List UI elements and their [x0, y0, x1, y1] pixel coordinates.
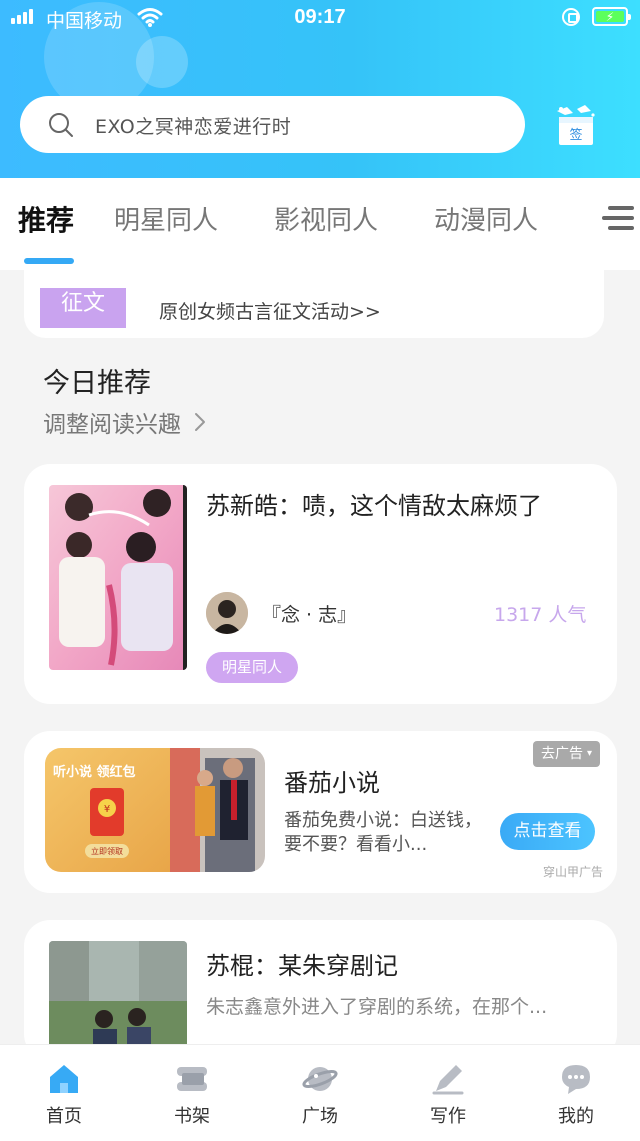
- category-tabs: 推荐 明星同人 影视同人 动漫同人: [0, 178, 640, 270]
- ad-image-button-text: 立即领取: [91, 846, 123, 856]
- planet-icon: [302, 1067, 338, 1091]
- nav-profile-label: 我的: [558, 1106, 594, 1127]
- decorative-bubble: [136, 36, 188, 88]
- nav-profile[interactable]: 我的: [512, 1045, 640, 1141]
- ad-description: 番茄免费小说：白送钱，要不要？看看小...: [284, 810, 482, 855]
- ad-card[interactable]: ¥ 立即领取 听小说 领红包 番茄小说 番茄免费小说：白送钱，要不要？看看小..…: [24, 731, 617, 893]
- book-cover-image[interactable]: [49, 485, 187, 670]
- tab-film-tv-fanfic[interactable]: 影视同人: [274, 200, 378, 237]
- tab-anime-fanfic[interactable]: 动漫同人: [434, 200, 538, 237]
- home-icon: [50, 1065, 78, 1093]
- ad-title[interactable]: 番茄小说: [284, 763, 380, 798]
- contest-banner[interactable]: 征文 原创女频古言征文活动>>: [24, 270, 604, 338]
- ad-image-caption: 听小说 领红包: [53, 764, 136, 780]
- author-avatar[interactable]: [206, 592, 248, 634]
- tab-celebrity-fanfic[interactable]: 明星同人: [114, 200, 218, 237]
- nav-bookshelf-label: 书架: [174, 1106, 210, 1127]
- remove-ad-label: 去广告: [541, 746, 583, 762]
- book-card[interactable]: 苏棍：某朱穿剧记 朱志鑫意外进入了穿剧的系统，在那个...: [24, 920, 617, 1060]
- nav-plaza-label: 广场: [302, 1106, 338, 1127]
- ad-source-label: 穿山甲广告: [543, 865, 604, 879]
- nav-bookshelf[interactable]: 书架: [128, 1045, 256, 1141]
- adjust-interest-label: 调整阅读兴趣: [43, 412, 181, 438]
- nav-home[interactable]: 首页: [0, 1045, 128, 1141]
- bookshelf-icon: [177, 1067, 207, 1091]
- ad-cta-button[interactable]: 点击查看: [500, 813, 595, 850]
- contest-banner-text: 原创女频古言征文活动>>: [159, 301, 381, 323]
- genre-tag[interactable]: 明星同人: [206, 652, 299, 683]
- ad-image[interactable]: ¥ 立即领取 听小说 领红包: [45, 748, 265, 872]
- clock: 09:17: [294, 6, 346, 28]
- remove-ad-button[interactable]: 去广告 ▾: [533, 741, 601, 767]
- search-icon: [49, 113, 73, 137]
- category-menu-icon[interactable]: [596, 202, 636, 234]
- status-bar: 中国移动 09:17 ⚡: [0, 0, 640, 36]
- active-tab-indicator: [24, 258, 74, 264]
- popularity-count: 1317 人气: [494, 604, 587, 626]
- nav-home-label: 首页: [46, 1106, 82, 1127]
- chevron-down-icon: ▾: [587, 748, 593, 759]
- book-cover-image[interactable]: [49, 941, 187, 1060]
- tab-recommend[interactable]: 推荐: [18, 199, 74, 239]
- signin-label: 签: [569, 127, 582, 143]
- nav-plaza[interactable]: 广场: [256, 1045, 384, 1141]
- battery-charging-icon: ⚡: [596, 11, 624, 23]
- nav-write-label: 写作: [430, 1106, 466, 1127]
- search-placeholder: EXO之冥神恋爱进行时: [95, 116, 292, 138]
- section-title: 今日推荐: [43, 368, 151, 399]
- chat-icon: [562, 1065, 590, 1094]
- book-title[interactable]: 苏新皓：啧，这个情敌太麻烦了: [206, 486, 542, 521]
- pen-icon: [432, 1065, 464, 1095]
- author-name[interactable]: 『念 · 志』: [262, 600, 356, 627]
- book-card[interactable]: 苏新皓：啧，这个情敌太麻烦了 『念 · 志』 1317 人气 明星同人: [24, 464, 617, 704]
- adjust-interest-link[interactable]: 调整阅读兴趣: [43, 405, 213, 439]
- book-description: 朱志鑫意外进入了穿剧的系统，在那个...: [206, 996, 548, 1018]
- nav-write[interactable]: 写作: [384, 1045, 512, 1141]
- book-title[interactable]: 苏棍：某朱穿剧记: [206, 946, 398, 981]
- chevron-right-icon: [195, 413, 205, 431]
- battery-icon: ⚡: [592, 7, 631, 26]
- daily-signin-gift-icon[interactable]: 签: [551, 101, 599, 149]
- contest-badge: 征文: [40, 288, 126, 328]
- search-bar[interactable]: EXO之冥神恋爱进行时: [20, 96, 525, 153]
- svg-text:¥: ¥: [104, 804, 110, 815]
- bottom-navigation: 首页 书架 广场 写作 我的: [0, 1044, 640, 1141]
- rotation-lock-icon: [562, 8, 580, 26]
